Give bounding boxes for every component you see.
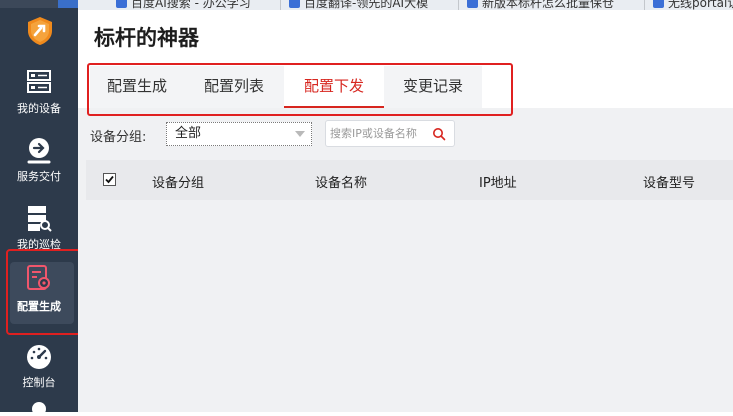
bookmark-item[interactable]: 百度翻译-领先的AI大模: [280, 0, 428, 10]
sidebar-item-console[interactable]: 控制台: [0, 334, 78, 400]
sidebar-item-label: 我的设备: [17, 102, 61, 115]
window-tab-indicator: [58, 0, 78, 8]
bookmark-favicon-icon: [289, 0, 300, 8]
logo-area: [0, 0, 78, 56]
shield-logo-icon[interactable]: [26, 16, 54, 46]
main-content: 标杆的神器 配置生成 配置列表 配置下发 变更记录 设备分组: 全部 设备分组 …: [78, 10, 733, 412]
server-icon: [27, 70, 51, 93]
bookmark-favicon-icon: [116, 0, 127, 8]
column-header-device-name: 设备名称: [315, 176, 368, 191]
sidebar-item-label: 服务交付: [17, 170, 61, 183]
bookmark-label: 新版本标杆怎么批量保仓: [482, 0, 615, 10]
inspection-icon: [28, 206, 52, 232]
filter-row: 设备分组: 全部: [78, 108, 733, 158]
table-body: [86, 200, 733, 412]
checkmark-icon: [105, 175, 114, 184]
search-icon[interactable]: [432, 127, 446, 141]
search-box: [325, 120, 455, 147]
table-header: 设备分组 设备名称 IP地址 设备型号: [86, 160, 733, 200]
sidebar: 我的设备 服务交付 我的巡检 配置生成 控制台: [0, 0, 88, 416]
column-header-device-model: 设备型号: [643, 176, 696, 191]
page-title: 标杆的神器: [94, 26, 199, 50]
sidebar-next-item-icon[interactable]: [32, 402, 46, 416]
column-header-device-group: 设备分组: [152, 176, 205, 191]
bookmark-label: 百度翻译-领先的AI大模: [304, 0, 429, 10]
device-group-select[interactable]: 全部: [166, 122, 312, 146]
select-all-checkbox[interactable]: [103, 173, 116, 186]
bookmark-label: 无线portal认: [668, 0, 733, 10]
sidebar-item-service-delivery[interactable]: 服务交付: [0, 128, 78, 194]
bookmark-item[interactable]: 百度AI搜索 - 办公学习: [116, 0, 251, 10]
bookmark-label: 百度AI搜索 - 办公学习: [131, 0, 251, 10]
bookmark-favicon-icon: [653, 0, 664, 8]
dashboard-gauge-icon: [27, 345, 51, 369]
delivery-icon: [27, 138, 51, 164]
device-group-value: 全部: [175, 126, 202, 141]
bookmark-favicon-icon: [467, 0, 478, 8]
column-header-ip-address: IP地址: [479, 176, 517, 191]
sidebar-highlight-box: [6, 249, 88, 335]
sidebar-item-my-devices[interactable]: 我的设备: [0, 60, 78, 126]
chevron-down-icon: [295, 131, 305, 137]
device-group-label: 设备分组:: [90, 130, 147, 145]
bookmark-item[interactable]: 新版本标杆怎么批量保仓: [458, 0, 614, 10]
sidebar-item-label: 控制台: [22, 376, 56, 389]
bookmark-item[interactable]: 无线portal认: [644, 0, 733, 10]
search-input[interactable]: [330, 124, 430, 143]
